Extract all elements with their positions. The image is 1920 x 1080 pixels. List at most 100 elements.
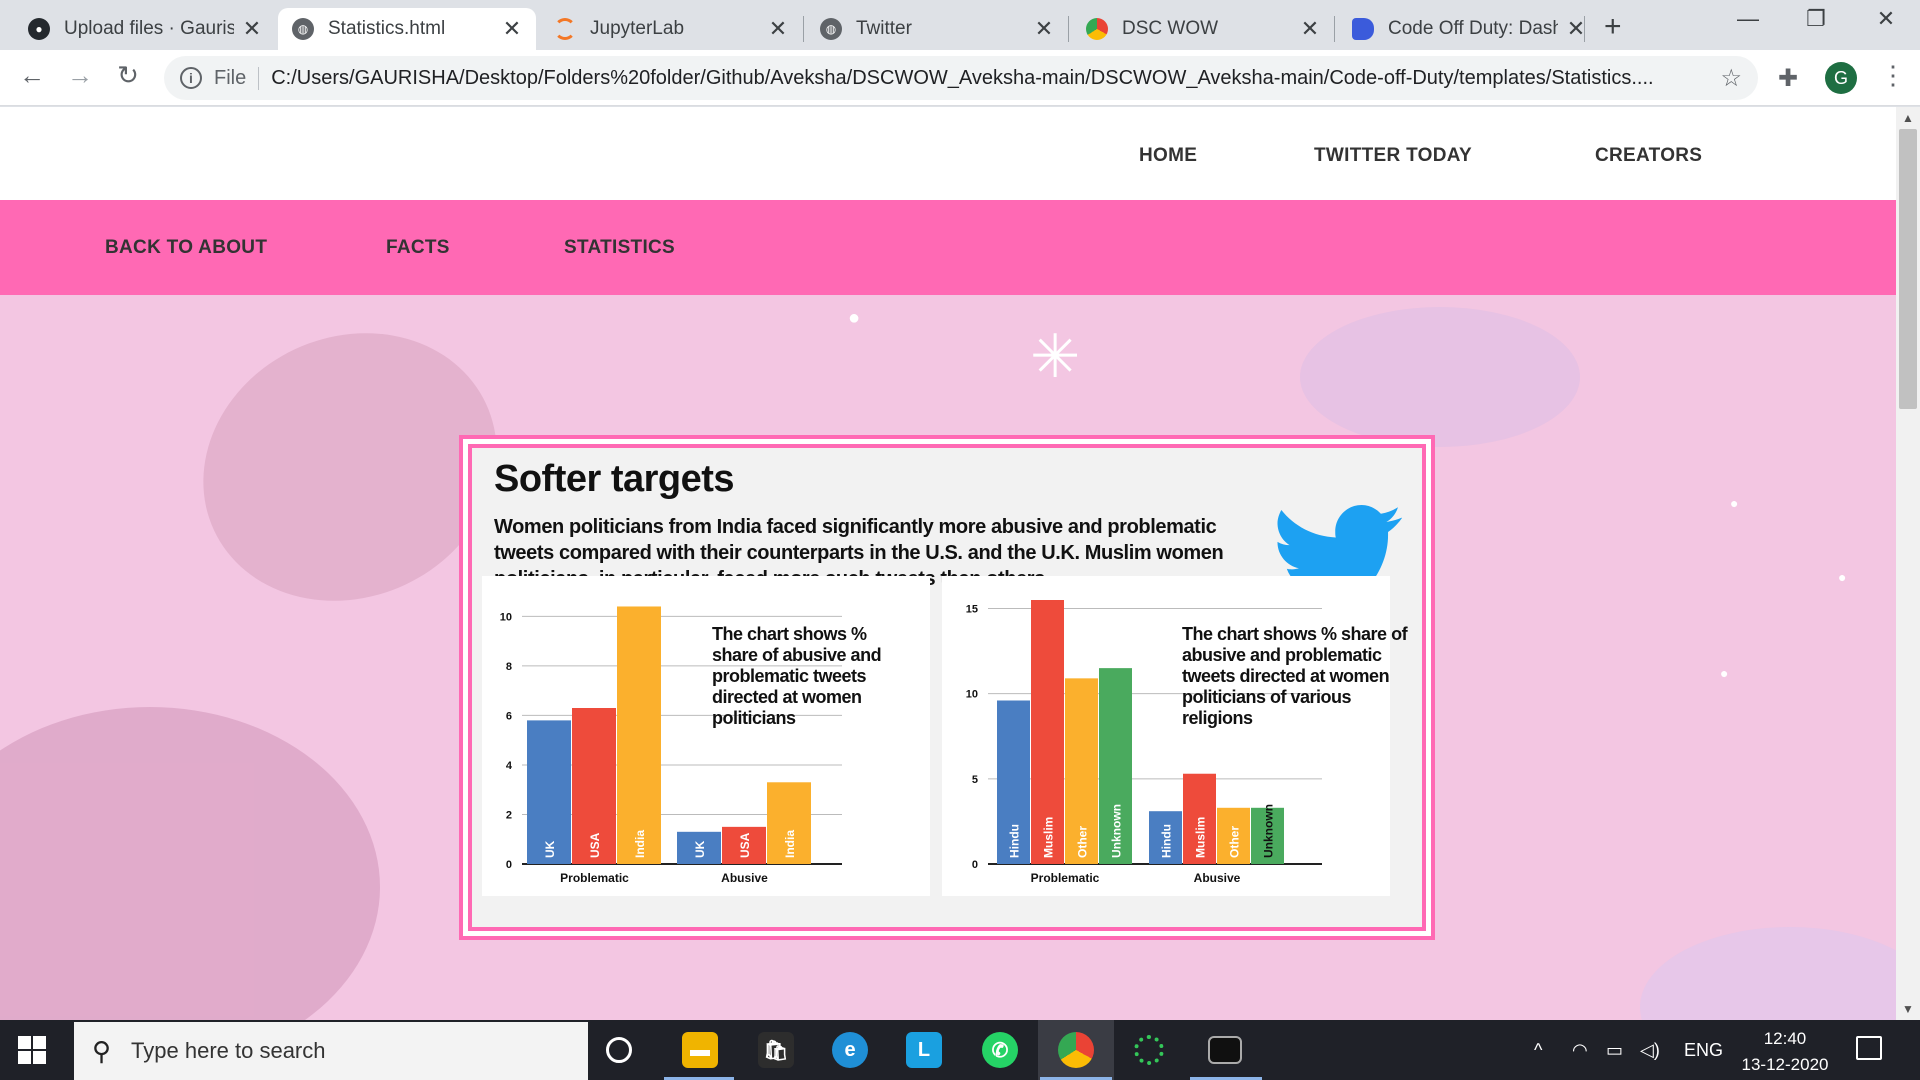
scroll-up-icon[interactable]: ▲ bbox=[1902, 111, 1914, 125]
infographic-title: Softer targets bbox=[494, 458, 735, 500]
cortana-icon[interactable] bbox=[606, 1037, 632, 1063]
bar-label: Muslim bbox=[1194, 817, 1208, 858]
site-header: HOME TWITTER TODAY CREATORS bbox=[0, 107, 1896, 200]
wifi-icon[interactable]: ◠ bbox=[1572, 1040, 1588, 1061]
background-blob bbox=[0, 707, 380, 1020]
clock-time: 12:40 bbox=[1763, 1029, 1807, 1048]
volume-icon[interactable]: ◁) bbox=[1640, 1040, 1660, 1061]
clock[interactable]: 12:40 13-12-2020 bbox=[1740, 1026, 1830, 1078]
category-label: Abusive bbox=[1194, 871, 1241, 885]
restore-icon[interactable]: ❐ bbox=[1796, 6, 1836, 32]
chrome-icon[interactable] bbox=[1058, 1032, 1094, 1068]
l-app-icon[interactable]: L bbox=[906, 1032, 942, 1068]
bar-label: UK bbox=[693, 840, 707, 858]
window-close-icon[interactable]: ✕ bbox=[1866, 6, 1906, 32]
y-tick-label: 2 bbox=[506, 809, 512, 821]
terminal-icon[interactable] bbox=[1208, 1036, 1242, 1064]
scroll-thumb[interactable] bbox=[1899, 129, 1917, 409]
tab-twitter[interactable]: ◍ Twitter ✕ bbox=[806, 8, 1068, 50]
globe-icon: ◍ bbox=[820, 18, 842, 40]
y-tick-label: 10 bbox=[966, 689, 978, 701]
address-bar[interactable]: i File C:/Users/GAURISHA/Desktop/Folders… bbox=[164, 56, 1758, 100]
globe-icon: ◍ bbox=[292, 18, 314, 40]
bar-label: Hindu bbox=[1008, 824, 1022, 858]
y-tick-label: 0 bbox=[506, 859, 512, 871]
subnav-facts[interactable]: FACTS bbox=[386, 237, 450, 259]
bar-label: India bbox=[783, 830, 797, 858]
close-icon[interactable]: ✕ bbox=[242, 16, 262, 42]
y-tick-label: 0 bbox=[972, 859, 978, 871]
scroll-down-icon[interactable]: ▼ bbox=[1902, 1002, 1914, 1016]
tray-chevron-icon[interactable]: ^ bbox=[1534, 1040, 1542, 1061]
bar-label: Hindu bbox=[1160, 824, 1174, 858]
bar-india bbox=[617, 606, 661, 864]
url-text[interactable]: C:/Users/GAURISHA/Desktop/Folders%20fold… bbox=[271, 67, 1701, 90]
extensions-icon[interactable]: ✚ bbox=[1778, 64, 1798, 93]
taskbar: ⚲ Type here to search ▬ 🛍 e L ✆ ^ ◠ ▭ ◁)… bbox=[0, 1020, 1920, 1080]
edge-icon[interactable]: e bbox=[832, 1032, 868, 1068]
reload-icon[interactable]: ↻ bbox=[110, 60, 146, 91]
tab-code-off-duty[interactable]: Code Off Duty: Dash ✕ bbox=[1338, 8, 1600, 50]
taskbar-search-placeholder: Type here to search bbox=[131, 1038, 326, 1063]
category-label: Abusive bbox=[721, 871, 768, 885]
notification-icon[interactable] bbox=[1856, 1036, 1882, 1060]
tab-title: Twitter bbox=[856, 18, 912, 39]
nav-creators[interactable]: CREATORS bbox=[1595, 145, 1702, 167]
tab-separator bbox=[1584, 16, 1585, 42]
chart-panel-religions: 0 5 10 15 Hindu Muslim Other Unknown Problematic… bbox=[942, 576, 1408, 896]
tab-upload-files[interactable]: ● Upload files · Gaurish ✕ bbox=[14, 8, 276, 50]
tab-title: Code Off Duty: Dash bbox=[1388, 18, 1558, 39]
vertical-scrollbar[interactable]: ▲ ▼ bbox=[1896, 107, 1920, 1020]
close-icon[interactable]: ✕ bbox=[1034, 16, 1054, 42]
screen: ● Upload files · Gaurish ✕ ◍ Statistics.… bbox=[0, 0, 1920, 1080]
close-icon[interactable]: ✕ bbox=[502, 16, 522, 42]
sub-nav: BACK TO ABOUT FACTS STATISTICS bbox=[0, 200, 1896, 295]
nav-home[interactable]: HOME bbox=[1139, 145, 1197, 167]
close-icon[interactable]: ✕ bbox=[768, 16, 788, 42]
tab-dsc-wow[interactable]: DSC WOW ✕ bbox=[1072, 8, 1334, 50]
browser-toolbar: ← → ↻ i File C:/Users/GAURISHA/Desktop/F… bbox=[0, 50, 1920, 106]
nav-twitter-today[interactable]: TWITTER TODAY bbox=[1314, 145, 1472, 167]
subnav-statistics[interactable]: STATISTICS bbox=[564, 237, 675, 259]
tab-jupyterlab[interactable]: JupyterLab ✕ bbox=[540, 8, 802, 50]
tab-title: Upload files · Gaurish bbox=[64, 18, 234, 39]
tab-title: DSC WOW bbox=[1122, 18, 1219, 39]
battery-icon[interactable]: ▭ bbox=[1606, 1040, 1623, 1061]
language-indicator[interactable]: ENG bbox=[1684, 1040, 1723, 1061]
store-icon[interactable]: 🛍 bbox=[758, 1032, 794, 1068]
tab-separator bbox=[803, 16, 804, 42]
sparkle-icon: ● bbox=[1838, 569, 1847, 585]
file-explorer-icon[interactable]: ▬ bbox=[682, 1032, 718, 1068]
bar-label: Unknown bbox=[1110, 804, 1124, 858]
profile-avatar[interactable]: G bbox=[1825, 62, 1857, 94]
bookmark-star-icon[interactable]: ☆ bbox=[1720, 64, 1742, 93]
forward-icon[interactable]: → bbox=[62, 60, 98, 91]
jupyter-icon bbox=[554, 18, 576, 40]
infographic-frame: Softer targets Women politicians from In… bbox=[459, 435, 1435, 940]
new-tab-button[interactable]: + bbox=[1604, 10, 1622, 44]
taskbar-search[interactable]: ⚲ Type here to search bbox=[74, 1022, 588, 1080]
back-icon[interactable]: ← bbox=[14, 60, 50, 91]
background-blob bbox=[1640, 927, 1896, 1020]
tab-separator bbox=[1068, 16, 1069, 42]
menu-icon[interactable]: ⋮ bbox=[1880, 60, 1906, 91]
windows-start-icon[interactable] bbox=[18, 1036, 46, 1064]
close-icon[interactable]: ✕ bbox=[1300, 16, 1320, 42]
y-tick-label: 8 bbox=[506, 661, 512, 673]
chart-note: The chart shows % share of abusive and p… bbox=[1182, 624, 1408, 728]
sparkle-icon: ● bbox=[1720, 665, 1729, 681]
y-tick-label: 4 bbox=[506, 760, 513, 772]
close-icon[interactable]: ✕ bbox=[1566, 16, 1586, 42]
loading-app-icon[interactable] bbox=[1134, 1035, 1164, 1065]
y-tick-label: 15 bbox=[966, 604, 978, 616]
bar-label: USA bbox=[588, 832, 602, 858]
sparkle-icon: ● bbox=[848, 307, 861, 329]
whatsapp-icon[interactable]: ✆ bbox=[982, 1032, 1018, 1068]
sparkle-icon: ● bbox=[1730, 495, 1739, 511]
y-tick-label: 10 bbox=[500, 611, 512, 623]
minimize-icon[interactable]: — bbox=[1728, 6, 1768, 32]
info-icon[interactable]: i bbox=[180, 67, 202, 89]
chart-panel-countries: 0 2 4 6 8 10 UK USA India Problematic UK USA India Ab… bbox=[482, 576, 930, 896]
tab-statistics[interactable]: ◍ Statistics.html ✕ bbox=[278, 8, 536, 50]
subnav-back-to-about[interactable]: BACK TO ABOUT bbox=[105, 237, 267, 259]
